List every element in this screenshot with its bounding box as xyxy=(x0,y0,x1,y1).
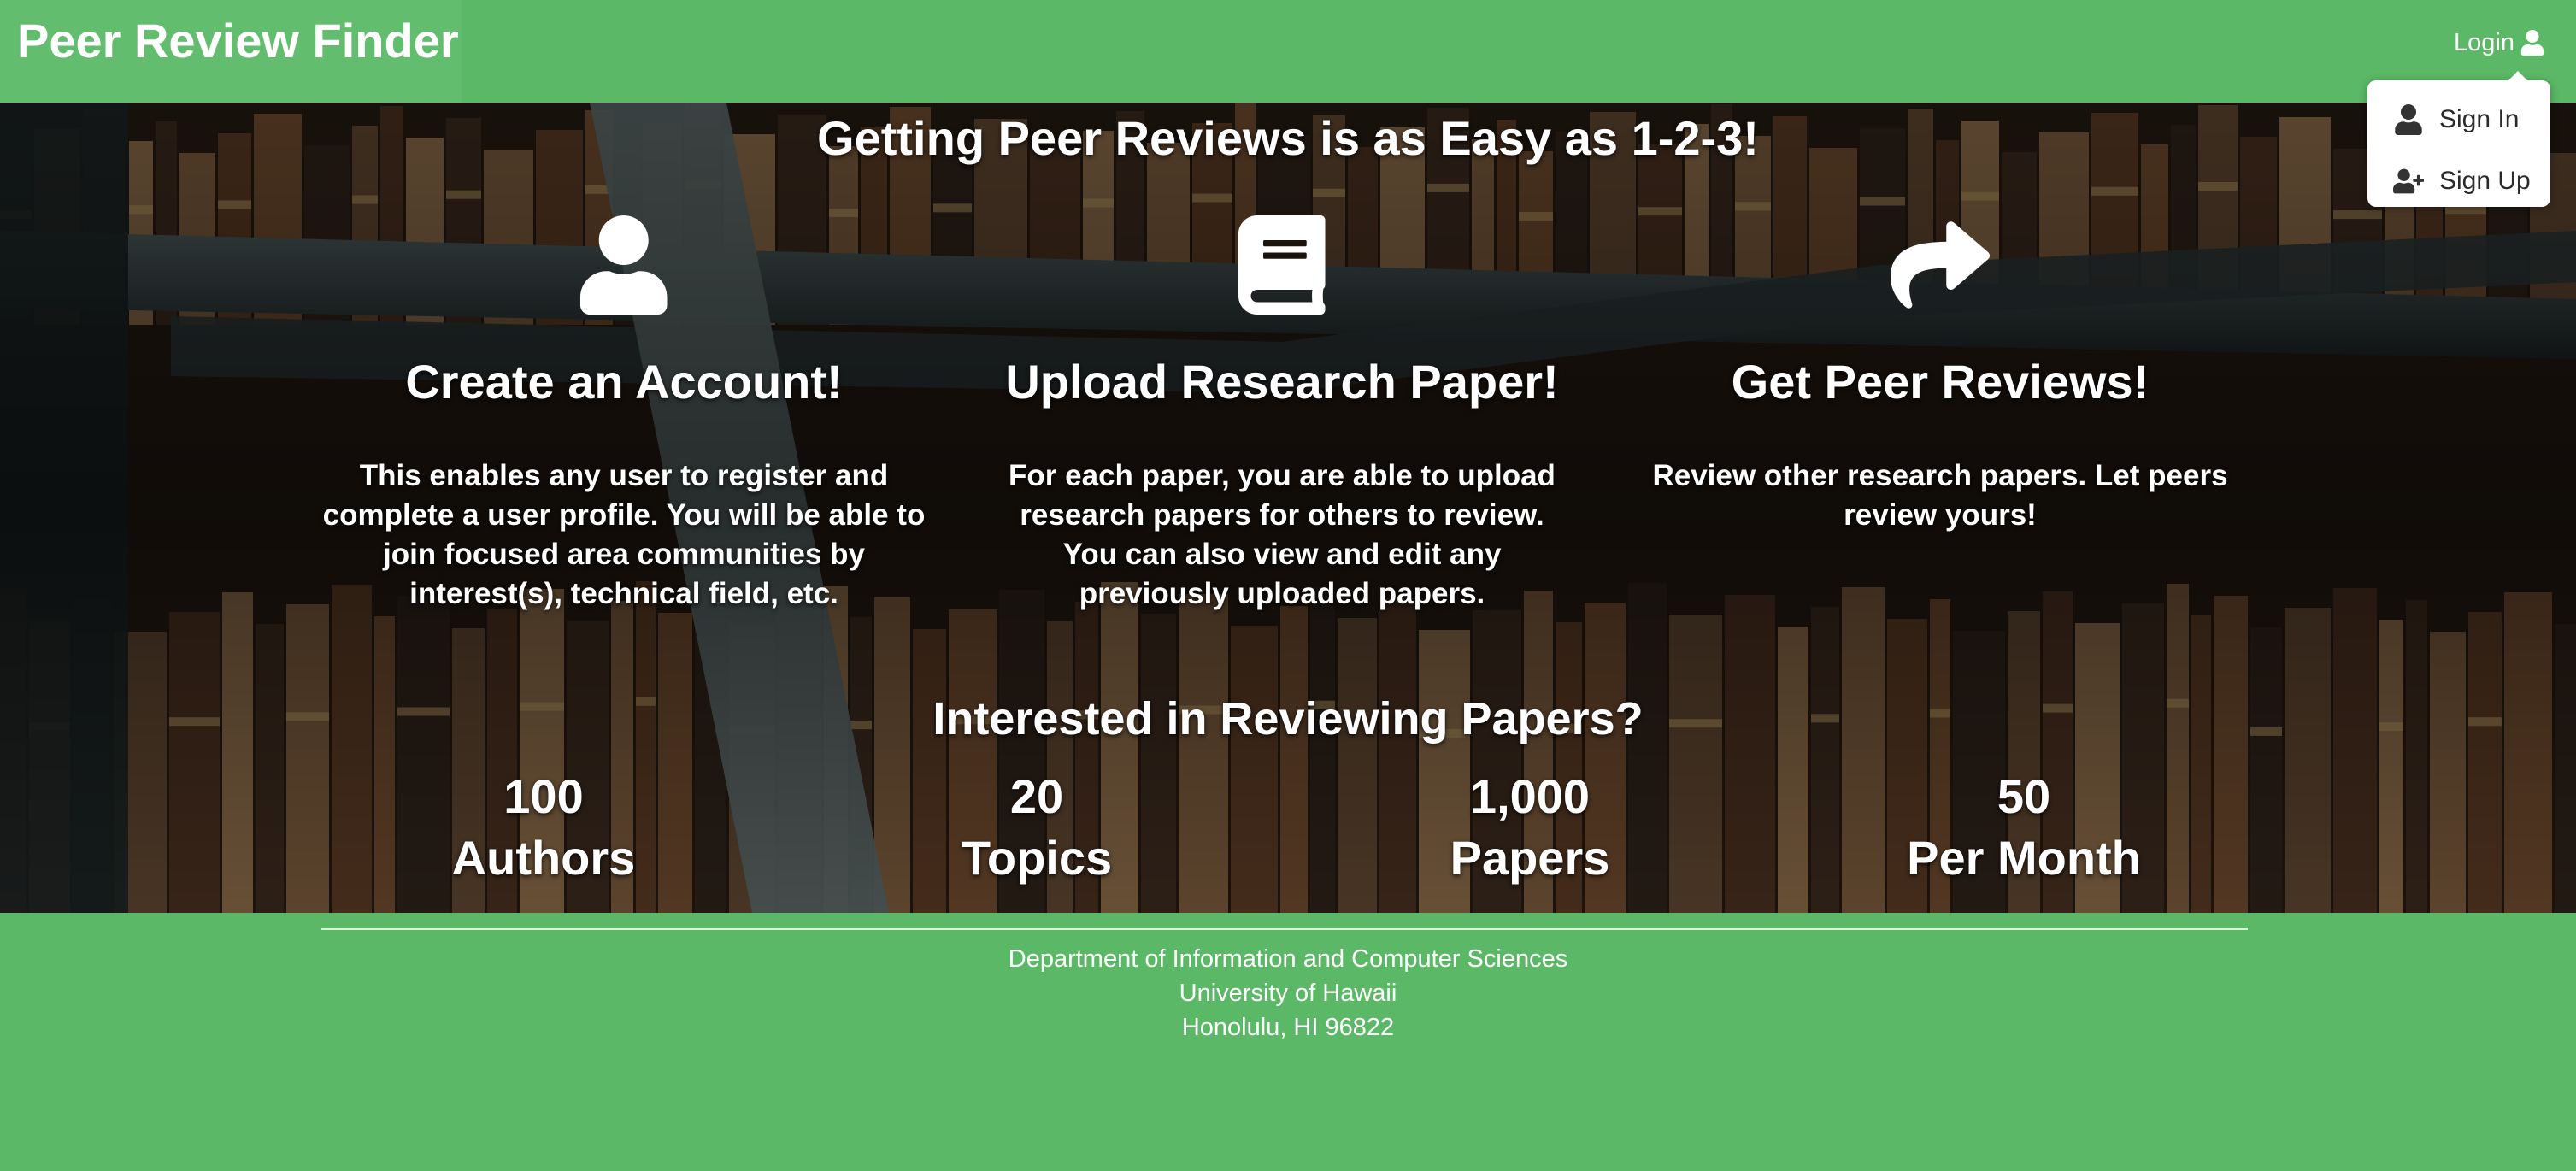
step-get-reviews: Get Peer Reviews! Review other research … xyxy=(1632,215,2248,535)
sign-in-label: Sign In xyxy=(2439,105,2520,133)
step-heading: Upload Research Paper! xyxy=(1005,355,1559,409)
step-create-account: Create an Account! This enables any user… xyxy=(316,215,932,614)
login-dropdown-menu: Sign In Sign Up xyxy=(2367,71,2550,207)
step-description: This enables any user to register and co… xyxy=(322,459,926,610)
stat-value: 100 xyxy=(503,769,584,823)
stat-value: 20 xyxy=(1009,769,1064,823)
hero-title: Getting Peer Reviews is as Easy as 1-2-3… xyxy=(817,111,1759,165)
stat-label: Papers xyxy=(1450,831,1610,885)
stat-label: Authors xyxy=(451,831,636,885)
stat-topics: 20 Topics xyxy=(866,766,1208,889)
sign-up-menu-item[interactable]: Sign Up xyxy=(2367,157,2550,205)
stat-papers: 1,000 Papers xyxy=(1359,766,1701,889)
step-heading: Get Peer Reviews! xyxy=(1731,355,2150,409)
stat-label: Per Month xyxy=(1907,831,2141,885)
user-icon xyxy=(2395,104,2422,135)
sign-in-menu-item[interactable]: Sign In xyxy=(2367,96,2550,144)
interest-heading: Interested in Reviewing Papers? xyxy=(932,693,1644,744)
user-icon xyxy=(2520,30,2544,56)
user-icon xyxy=(580,215,668,315)
login-menu-toggle[interactable]: Login xyxy=(2454,24,2545,62)
footer-department: Department of Information and Computer S… xyxy=(1008,945,1568,973)
stat-label: Topics xyxy=(961,831,1113,885)
user-plus-icon xyxy=(2393,168,2424,194)
share-arrow-icon xyxy=(1891,221,1990,309)
stat-value: 50 xyxy=(1997,769,2051,823)
stat-value: 1,000 xyxy=(1469,769,1591,823)
hero-section: Getting Peer Reviews is as Easy as 1-2-3… xyxy=(0,103,2576,913)
step-heading: Create an Account! xyxy=(405,355,843,409)
sign-up-label: Sign Up xyxy=(2439,167,2531,195)
footer-location: Honolulu, HI 96822 xyxy=(1181,1014,1395,1041)
step-description: Review other research papers. Let peers … xyxy=(1652,459,2228,532)
step-upload-paper: Upload Research Paper! For each paper, y… xyxy=(974,215,1590,614)
footer-address: Department of Information and Computer S… xyxy=(0,942,2576,1044)
top-navbar: Peer Review Finder Login xyxy=(0,0,2576,103)
brand-link[interactable]: Peer Review Finder xyxy=(0,0,462,103)
hero-content: Getting Peer Reviews is as Easy as 1-2-3… xyxy=(0,103,2576,913)
book-icon xyxy=(1238,215,1326,315)
footer-university: University of Hawaii xyxy=(1179,980,1397,1007)
page-footer: Department of Information and Computer S… xyxy=(0,913,2576,1171)
step-description: For each paper, you are able to upload r… xyxy=(1009,459,1556,610)
stat-per-month: 50 Per Month xyxy=(1853,766,2195,889)
footer-divider xyxy=(321,928,2248,930)
login-label: Login xyxy=(2454,28,2514,56)
stat-authors: 100 Authors xyxy=(373,766,715,889)
